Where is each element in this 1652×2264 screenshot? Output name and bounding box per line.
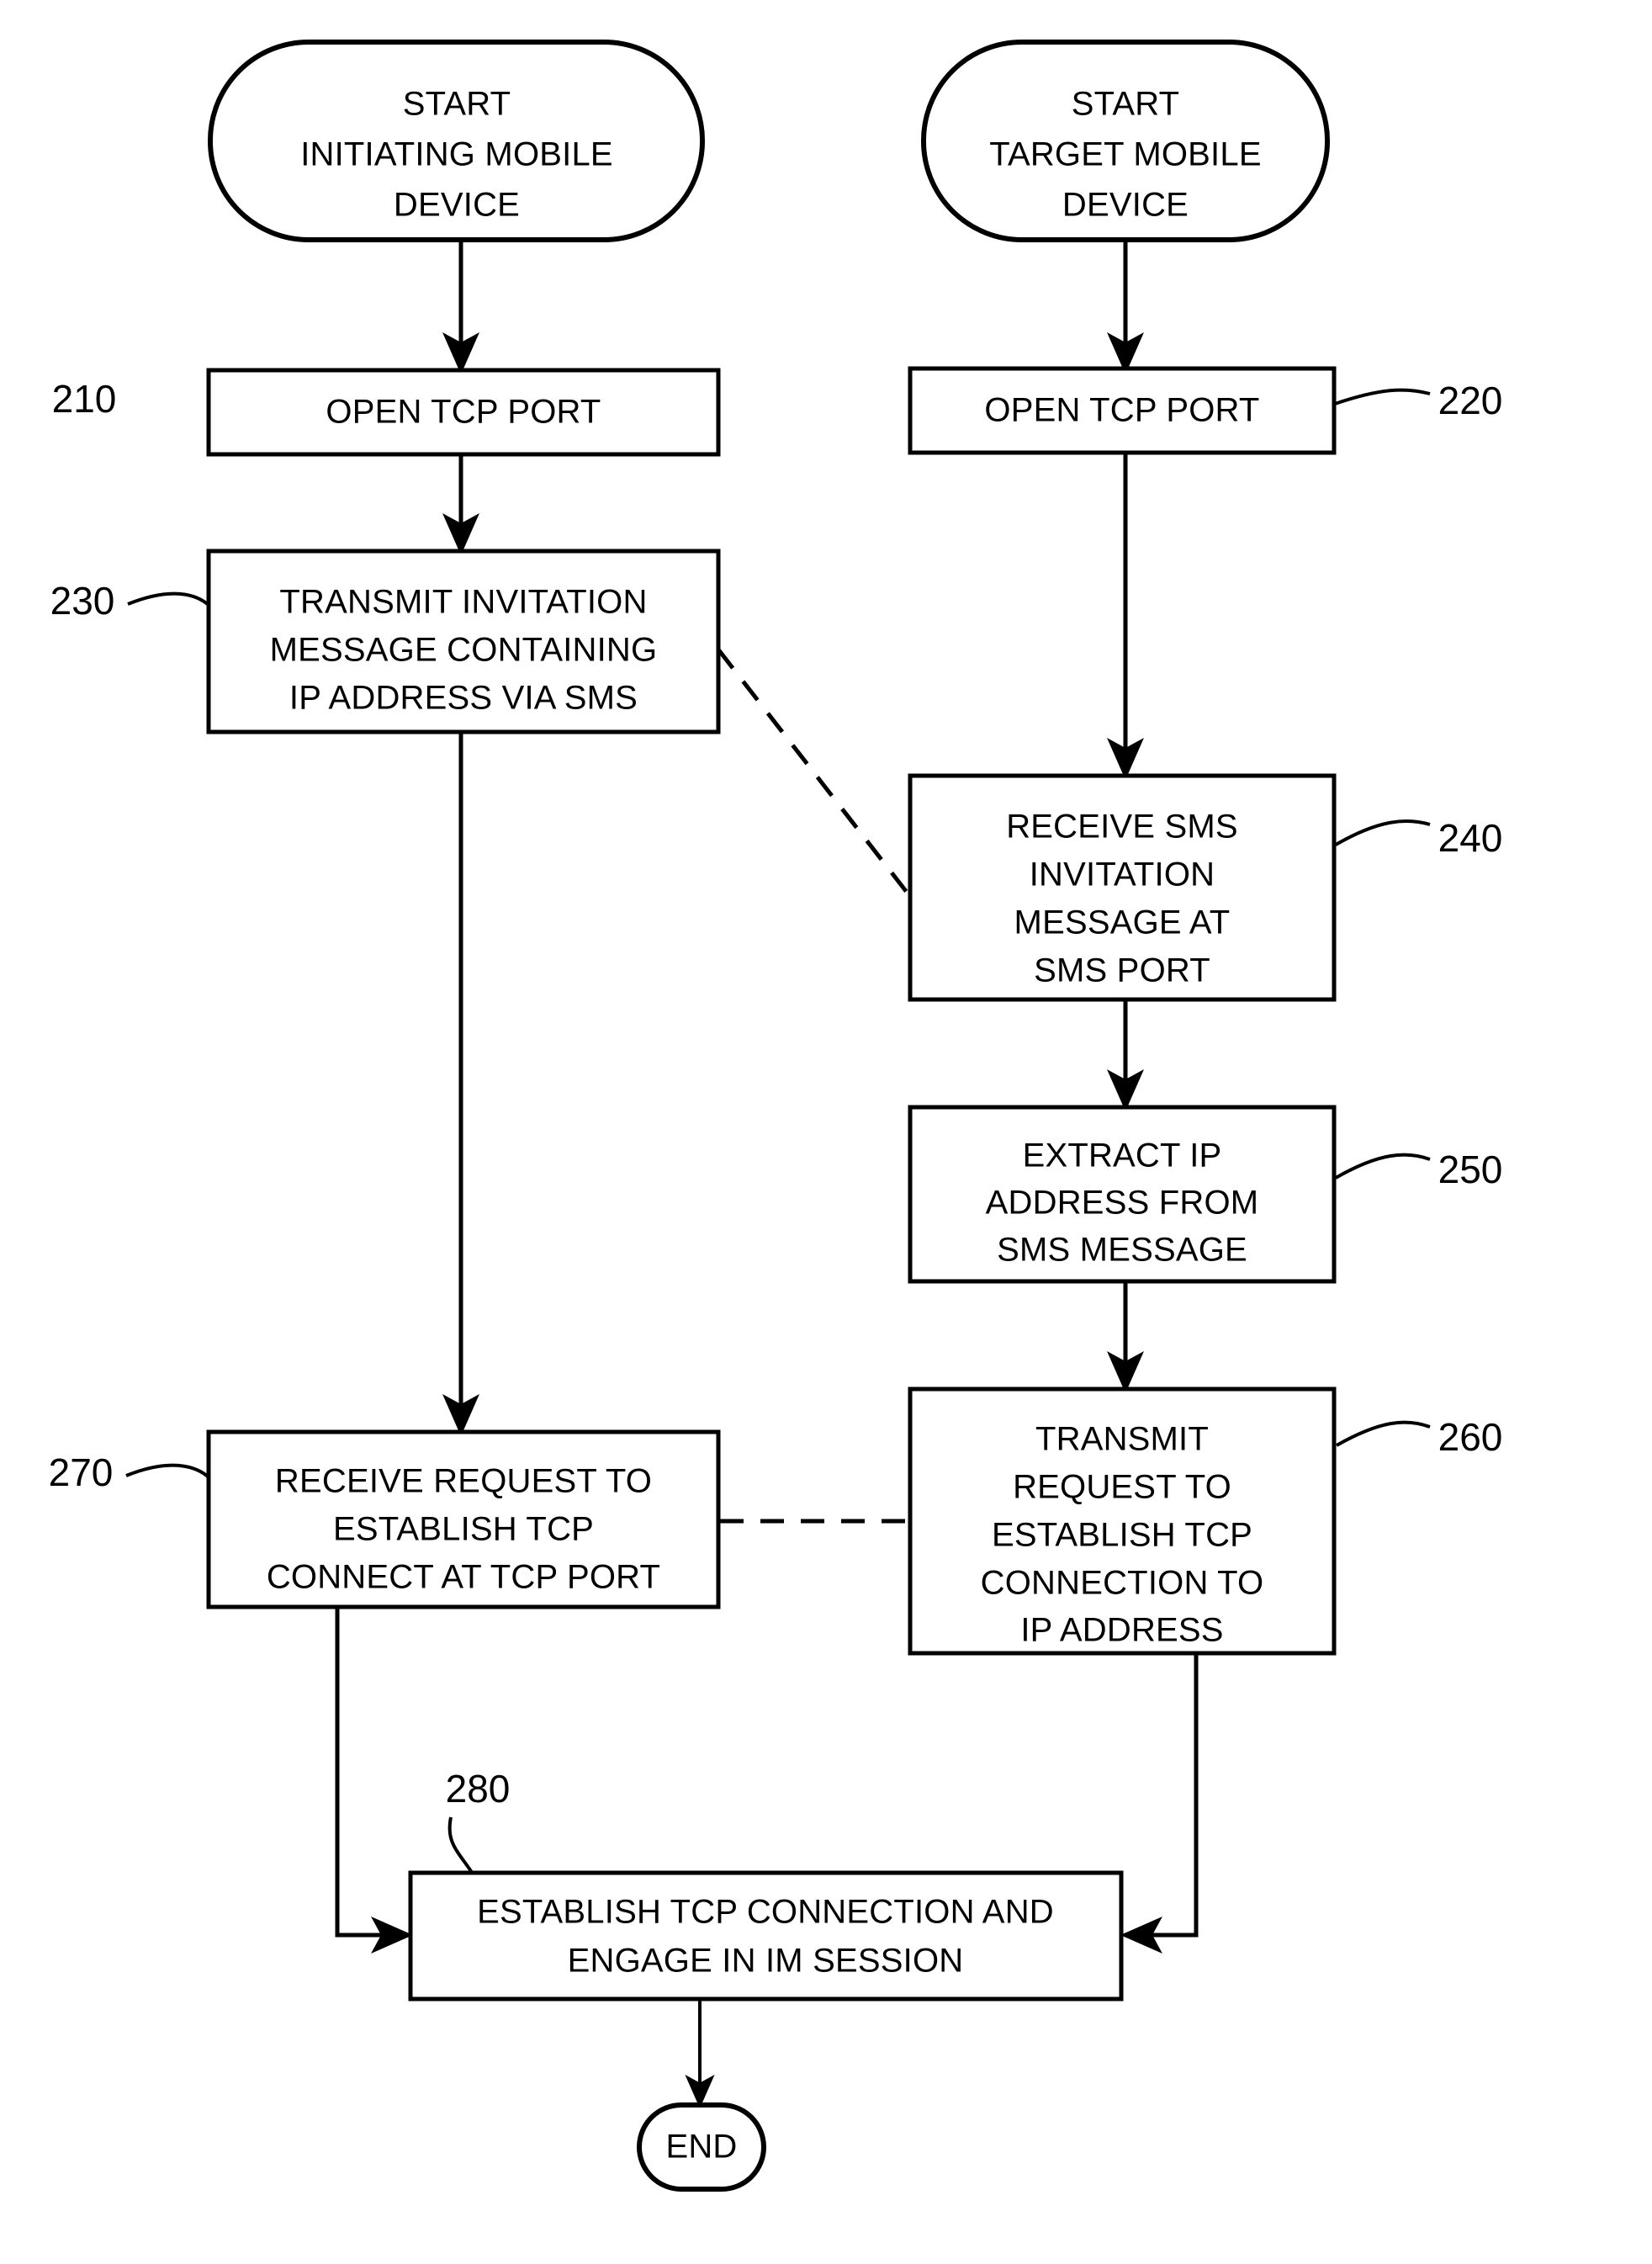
box-230-line-1: TRANSMIT INVITATION — [279, 584, 647, 621]
box-250-line-2: ADDRESS FROM — [986, 1185, 1259, 1222]
box-280-line-2: ENGAGE IN IM SESSION — [568, 1943, 964, 1980]
start-left-line-1: START — [403, 86, 511, 123]
box-260-line-2: REQUEST TO — [1013, 1469, 1231, 1506]
box-260-line-4: CONNECTION TO — [981, 1565, 1264, 1602]
node-260-transmit-request-establish-tcp: TRANSMIT REQUEST TO ESTABLISH TCP CONNEC… — [908, 1387, 1337, 1656]
edge-260-to-280 — [1120, 1653, 1199, 1954]
node-230-transmit-invitation-message: TRANSMIT INVITATION MESSAGE CONTAINING I… — [206, 549, 721, 734]
leader-250 — [1335, 1153, 1431, 1180]
box-230-line-3: IP ADDRESS VIA SMS — [289, 680, 638, 717]
edge-230-to-240-dashed — [717, 648, 910, 896]
ref-label-230: 230 — [50, 579, 115, 623]
box-270-line-1: RECEIVE REQUEST TO — [275, 1463, 652, 1500]
node-220-open-tcp-port: OPEN TCP PORT — [908, 366, 1337, 455]
box-250-line-3: SMS MESSAGE — [997, 1232, 1247, 1269]
node-start-target-mobile-device: START TARGET MOBILE DEVICE — [921, 40, 1330, 242]
box-270-line-3: CONNECT AT TCP PORT — [267, 1559, 660, 1596]
box-240-line-4: SMS PORT — [1034, 952, 1210, 989]
box-260-line-5: IP ADDRESS — [1020, 1612, 1223, 1649]
node-end: END — [637, 2102, 766, 2192]
start-left-line-3: DEVICE — [394, 187, 520, 224]
box-220-line-1: OPEN TCP PORT — [984, 392, 1259, 429]
ref-label-270: 270 — [49, 1450, 114, 1494]
node-280-establish-tcp-connection-im-session: ESTABLISH TCP CONNECTION AND ENGAGE IN I… — [408, 1870, 1124, 2002]
start-left-line-2: INITIATING MOBILE — [300, 136, 613, 173]
ref-label-240: 240 — [1438, 816, 1503, 860]
node-240-receive-sms-invitation-message: RECEIVE SMS INVITATION MESSAGE AT SMS PO… — [908, 773, 1337, 1002]
box-260-line-1: TRANSMIT — [1035, 1421, 1209, 1458]
leader-230 — [127, 591, 214, 610]
leader-220 — [1334, 388, 1431, 406]
start-right-line-3: DEVICE — [1062, 187, 1189, 224]
box-270-line-2: ESTABLISH TCP — [333, 1511, 594, 1548]
flowchart-canvas: START INITIATING MOBILE DEVICE START TAR… — [49, 40, 1503, 2192]
box-260-line-3: ESTABLISH TCP — [992, 1517, 1252, 1554]
leader-280 — [447, 1816, 474, 1875]
ref-label-250: 250 — [1438, 1148, 1503, 1191]
start-right-line-2: TARGET MOBILE — [989, 136, 1261, 173]
box-230-line-2: MESSAGE CONTAINING — [270, 632, 658, 669]
node-start-initiating-mobile-device: START INITIATING MOBILE DEVICE — [208, 40, 705, 242]
box-210-line-1: OPEN TCP PORT — [326, 394, 601, 431]
box-240-line-1: RECEIVE SMS — [1006, 809, 1238, 846]
ref-label-280: 280 — [446, 1767, 511, 1811]
node-270-receive-request-establish-tcp: RECEIVE REQUEST TO ESTABLISH TCP CONNECT… — [206, 1429, 721, 1609]
leader-270 — [125, 1463, 214, 1482]
edge-270-to-280 — [335, 1607, 413, 1954]
node-250-extract-ip-address: EXTRACT IP ADDRESS FROM SMS MESSAGE — [908, 1105, 1337, 1284]
start-right-line-1: START — [1072, 86, 1179, 123]
flowchart-diagram: START INITIATING MOBILE DEVICE START TAR… — [0, 0, 1652, 2264]
box-280-shape — [408, 1870, 1124, 2002]
leader-240 — [1335, 819, 1431, 846]
box-280-line-1: ESTABLISH TCP CONNECTION AND — [477, 1894, 1054, 1931]
node-210-open-tcp-port: OPEN TCP PORT — [206, 368, 721, 457]
ref-label-260: 260 — [1438, 1415, 1503, 1459]
box-250-line-1: EXTRACT IP — [1023, 1137, 1222, 1174]
ref-label-210: 210 — [52, 377, 117, 421]
leader-260 — [1336, 1420, 1431, 1447]
ref-label-220: 220 — [1438, 379, 1503, 422]
end-line-1: END — [665, 2129, 737, 2166]
box-240-line-2: INVITATION — [1030, 856, 1215, 893]
box-240-line-3: MESSAGE AT — [1014, 904, 1231, 941]
